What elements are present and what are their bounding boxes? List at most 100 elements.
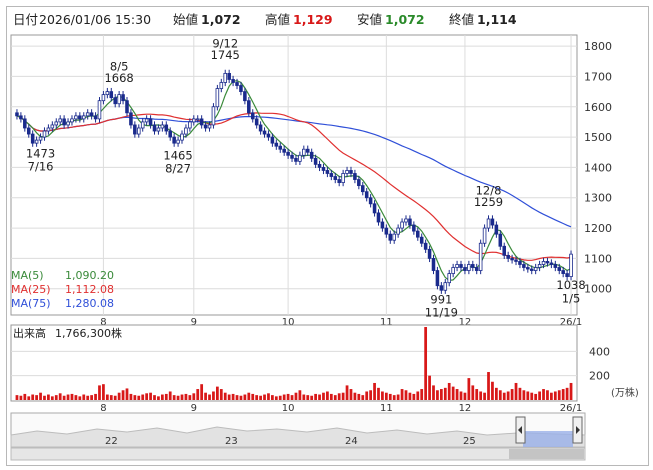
navigator-selection[interactable] (523, 431, 573, 447)
candle-body (58, 118, 62, 123)
candle-body (498, 233, 503, 247)
volume-bar (487, 372, 490, 400)
candle-body (380, 221, 385, 229)
candle-body (463, 267, 467, 271)
nav-label-24: 24 (345, 436, 358, 447)
volume-bar (451, 386, 455, 400)
candle-body (278, 145, 283, 150)
volume-bar (455, 389, 459, 400)
volume-bar (235, 395, 239, 400)
candle-body (333, 176, 338, 180)
volume-bar (208, 394, 211, 400)
month-label: 9 (191, 403, 197, 414)
candle-body (26, 127, 31, 135)
candle-body (360, 185, 365, 193)
volume-bar (188, 395, 192, 400)
candle-body (195, 118, 200, 121)
volume-bar (168, 391, 172, 400)
volume-bar (569, 382, 573, 400)
volume-bar (546, 390, 549, 400)
candle-body (349, 170, 353, 174)
volume-bar (274, 396, 278, 400)
candle-body (172, 136, 176, 144)
price-tick-label: 1200 (584, 222, 612, 235)
volume-bar (302, 394, 306, 400)
navigator-scrollbar[interactable] (10, 447, 586, 461)
candle-body (101, 94, 106, 102)
annotation-label: 1668 (104, 71, 133, 85)
volume-bar (436, 390, 439, 400)
volume-bar (506, 391, 510, 400)
candle-body (219, 82, 224, 89)
candle-body (211, 106, 216, 126)
volume-bar (428, 375, 431, 400)
volume-bar (341, 392, 345, 400)
candle-body (490, 218, 495, 226)
candle-body (23, 118, 27, 129)
volume-value: 1,766,300株 (55, 326, 122, 340)
volume-bar (514, 382, 518, 400)
candle-body (74, 115, 78, 120)
candle-body (435, 270, 440, 287)
candle-body (419, 236, 424, 244)
candle-body (50, 124, 55, 129)
candle-body (46, 127, 51, 132)
volume-bar (153, 395, 156, 400)
volume-bar (286, 393, 290, 400)
volume-bar (310, 395, 314, 400)
candle-body (471, 264, 475, 268)
candle-body (184, 127, 188, 135)
candle-body (404, 218, 408, 223)
volume-bar (381, 391, 384, 400)
candle-body (557, 267, 562, 271)
volume-bar (404, 390, 408, 400)
volume-bar (550, 392, 553, 400)
volume-bar (243, 394, 247, 400)
candle-body (203, 124, 208, 129)
volume-bar (66, 394, 70, 400)
candle-body (227, 72, 231, 80)
volume-bar (322, 392, 325, 400)
header-bar: 日付 2026/01/06 15:30 始値 1,072 高値 1,129 安値… (13, 12, 517, 27)
volume-bar (318, 394, 321, 400)
volume-bar (176, 395, 180, 400)
datetime-value: 2026/01/06 15:30 (39, 12, 151, 27)
volume-bar (377, 387, 380, 400)
volume-bar (353, 392, 357, 400)
annotation-label: 991 (430, 292, 452, 306)
nav-label-23: 23 (225, 436, 238, 447)
volume-bar (212, 391, 215, 400)
candle-body (34, 139, 39, 144)
volume-bar (47, 394, 50, 400)
volume-bar (365, 391, 369, 400)
volume-bar (345, 385, 349, 400)
navigator-scroll-thumb[interactable] (509, 449, 584, 459)
candle-body (526, 267, 530, 270)
volume-bar (447, 382, 451, 400)
nav-label-22: 22 (105, 436, 118, 447)
candle-body (514, 259, 518, 262)
volume-bar (467, 378, 471, 400)
volume-bar (510, 389, 514, 400)
volume-bar (443, 387, 447, 400)
annotation-label: 1465 (163, 149, 192, 163)
volume-bar (542, 389, 545, 400)
candle-body (565, 273, 569, 278)
candle-body (270, 136, 275, 144)
volume-bar (565, 387, 569, 400)
candle-body (439, 285, 444, 291)
candle-body (459, 264, 463, 268)
price-tick-label: 1300 (584, 192, 612, 205)
volume-bar (432, 385, 435, 400)
candle-body (384, 227, 389, 235)
candle-body (286, 151, 290, 156)
candle-body (364, 191, 369, 199)
volume-bar (27, 396, 31, 400)
volume-bar (522, 390, 526, 400)
volume-bar (502, 392, 506, 400)
candle-body (455, 264, 459, 268)
volume-bar (459, 391, 463, 400)
volume-bar (137, 395, 141, 400)
range-navigator[interactable]: 22 23 24 25 (10, 412, 586, 461)
volume-bar (78, 396, 82, 400)
